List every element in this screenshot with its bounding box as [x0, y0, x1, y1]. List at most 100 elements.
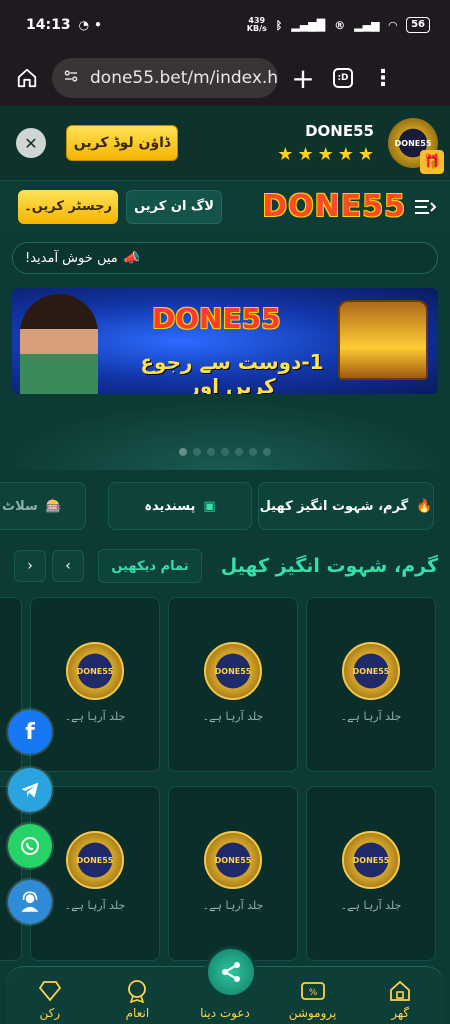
nav-label: دعوت دینا	[200, 1006, 250, 1020]
whatsapp-icon[interactable]	[8, 824, 52, 868]
banner-model-image	[20, 294, 98, 394]
support-icon[interactable]	[8, 880, 52, 924]
nav-label: انعام	[125, 1006, 150, 1020]
status-bar: 14:13 ◔ • 439 KB/s ᛒ ▂▄▆█ ® ▂▄▆ ◠ 56	[0, 0, 450, 50]
nav-label: گھر	[391, 1006, 410, 1020]
app-info: DONE55 ★ ★ ★ ★ ★	[277, 122, 374, 164]
game-logo: DONE55	[66, 642, 124, 700]
nav-label: رکن	[39, 1006, 61, 1020]
status-right: 439 KB/s ᛒ ▂▄▆█ ® ▂▄▆ ◠ 56	[247, 17, 430, 33]
game-logo: DONE55	[204, 831, 262, 889]
download-app-banner: ✕ ڈاؤن لوڈ کریں DONE55 ★ ★ ★ ★ ★ DONE55 …	[0, 106, 450, 180]
address-bar[interactable]: done55.bet/m/index.h	[52, 58, 278, 98]
game-card[interactable]: DONE55 جلد آرہا ہے۔	[168, 597, 298, 772]
network-speed-unit: KB/s	[246, 24, 267, 33]
game-card[interactable]: DONE55 جلد آرہا ہے۔	[30, 786, 160, 961]
game-card[interactable]: DONE55 جلد آرہا ہے۔	[168, 786, 298, 961]
gift-icon: 🎁	[420, 150, 444, 174]
battery-icon: 56	[406, 17, 430, 33]
nav-home[interactable]: گھر	[365, 978, 435, 1020]
share-network-icon	[222, 962, 240, 982]
game-card[interactable]: DONE55 جلد آرہا ہے۔	[306, 597, 436, 772]
bottom-navigation: رکن انعام دعوت دینا % پروموشن گھر	[6, 946, 444, 1024]
network-speed: 439 KB/s	[247, 17, 267, 33]
browser-toolbar: done55.bet/m/index.h + :D ⋮	[0, 50, 450, 106]
game-label: جلد آرہا ہے۔	[202, 710, 264, 723]
diamond-icon	[37, 978, 63, 1004]
game-card[interactable]: DONE55 جلد آرہا ہے۔	[30, 597, 160, 772]
invite-center-button[interactable]	[205, 946, 257, 998]
app-rating: ★ ★ ★ ★ ★	[277, 146, 374, 164]
tab-switcher-icon[interactable]: :D	[328, 63, 358, 93]
game-label: جلد آرہا ہے۔	[340, 710, 402, 723]
download-button[interactable]: ڈاؤن لوڈ کریں	[66, 125, 178, 161]
carousel-dot[interactable]	[221, 448, 229, 456]
tab-hot-games[interactable]: 🔥 گرم، شہوت انگیز کھیل	[258, 482, 434, 530]
game-logo: DONE55	[204, 642, 262, 700]
scroll-right-arrow-icon[interactable]: ›	[14, 550, 46, 582]
hamburger-menu-icon[interactable]	[412, 194, 438, 220]
game-label: جلد آرہا ہے۔	[340, 899, 402, 912]
marquee-text: میں خوش آمدید!	[25, 250, 118, 266]
site-settings-icon[interactable]	[62, 67, 80, 90]
flame-icon: 🔥	[416, 498, 433, 514]
status-time: 14:13	[26, 17, 71, 33]
see-all-button[interactable]: تمام دیکھیں	[98, 549, 202, 583]
tab-slots[interactable]: 🎰 سلاٹ	[0, 482, 86, 530]
nav-member[interactable]: رکن	[15, 978, 85, 1020]
promotion-icon: %	[300, 978, 326, 1004]
telegram-icon[interactable]	[8, 768, 52, 812]
star-icon: ★	[337, 144, 354, 165]
carousel-indicators	[0, 448, 450, 456]
announcement-marquee[interactable]: 📣 میں خوش آمدید!	[12, 242, 438, 274]
nav-promotion[interactable]: % پروموشن	[278, 978, 348, 1020]
close-icon[interactable]: ✕	[16, 128, 46, 158]
treasure-chest-image	[338, 300, 428, 380]
tab-label: گرم، شہوت انگیز کھیل	[259, 498, 409, 514]
nav-label: پروموشن	[288, 1006, 337, 1020]
whatsapp-notification-icon: ◔	[78, 18, 90, 32]
game-card[interactable]: DONE55 جلد آرہا ہے۔	[306, 786, 436, 961]
new-tab-icon[interactable]: +	[288, 62, 318, 95]
favorite-box-icon: ▣	[203, 498, 216, 514]
banner-subtitle: 1-دوست سے رجوع کریں اور	[140, 350, 324, 394]
game-label: جلد آرہا ہے۔	[202, 899, 264, 912]
tab-favorites[interactable]: ▣ پسندیدہ	[108, 482, 252, 530]
game-logo: DONE55	[342, 642, 400, 700]
star-icon: ★	[297, 144, 314, 165]
carousel-dot[interactable]	[179, 448, 187, 456]
star-icon: ★	[357, 144, 374, 165]
background-glow	[0, 400, 450, 470]
section-title: گرم، شہوت انگیز کھیل	[220, 555, 438, 577]
svg-text:%: %	[308, 988, 317, 998]
game-label: جلد آرہا ہے۔	[64, 899, 126, 912]
home-icon[interactable]	[12, 63, 42, 93]
brand-logo[interactable]: DONE55	[262, 189, 406, 224]
registered-icon: ®	[334, 18, 346, 32]
carousel-dot[interactable]	[249, 448, 257, 456]
browser-menu-icon[interactable]: ⋮	[368, 63, 398, 93]
tab-label: سلاٹ	[2, 498, 38, 514]
star-icon: ★	[277, 144, 294, 165]
category-tabs: 🎰 سلاٹ ▣ پسندیدہ 🔥 گرم، شہوت انگیز کھیل	[0, 482, 450, 530]
star-icon: ★	[317, 144, 334, 165]
game-logo: DONE55	[66, 831, 124, 889]
carousel-dot[interactable]	[263, 448, 271, 456]
carousel-dot[interactable]	[207, 448, 215, 456]
game-grid: DONE55 جلد آرہا ہے۔ DONE55 جلد آرہا ہے۔ …	[0, 597, 450, 977]
register-button[interactable]: رجسٹر کریں۔	[18, 189, 118, 224]
signal-icon-2: ▂▄▆	[354, 18, 380, 32]
notification-icons: ◔ •	[79, 18, 102, 32]
partial-game-card[interactable]	[0, 786, 22, 961]
login-button[interactable]: لاگ ان کریں	[126, 189, 222, 224]
carousel-dot[interactable]	[193, 448, 201, 456]
url-text[interactable]: done55.bet/m/index.h	[90, 68, 278, 88]
facebook-icon[interactable]: f	[8, 710, 52, 754]
nav-reward[interactable]: انعام	[102, 978, 172, 1020]
promo-banner[interactable]: DONE55 1-دوست سے رجوع کریں اور	[12, 288, 438, 394]
carousel-dot[interactable]	[235, 448, 243, 456]
home-icon	[387, 978, 413, 1004]
scroll-left-arrow-icon[interactable]: ‹	[52, 550, 84, 582]
wifi-icon: ◠	[388, 18, 398, 32]
section-header: › ‹ تمام دیکھیں گرم، شہوت انگیز کھیل	[0, 548, 450, 584]
